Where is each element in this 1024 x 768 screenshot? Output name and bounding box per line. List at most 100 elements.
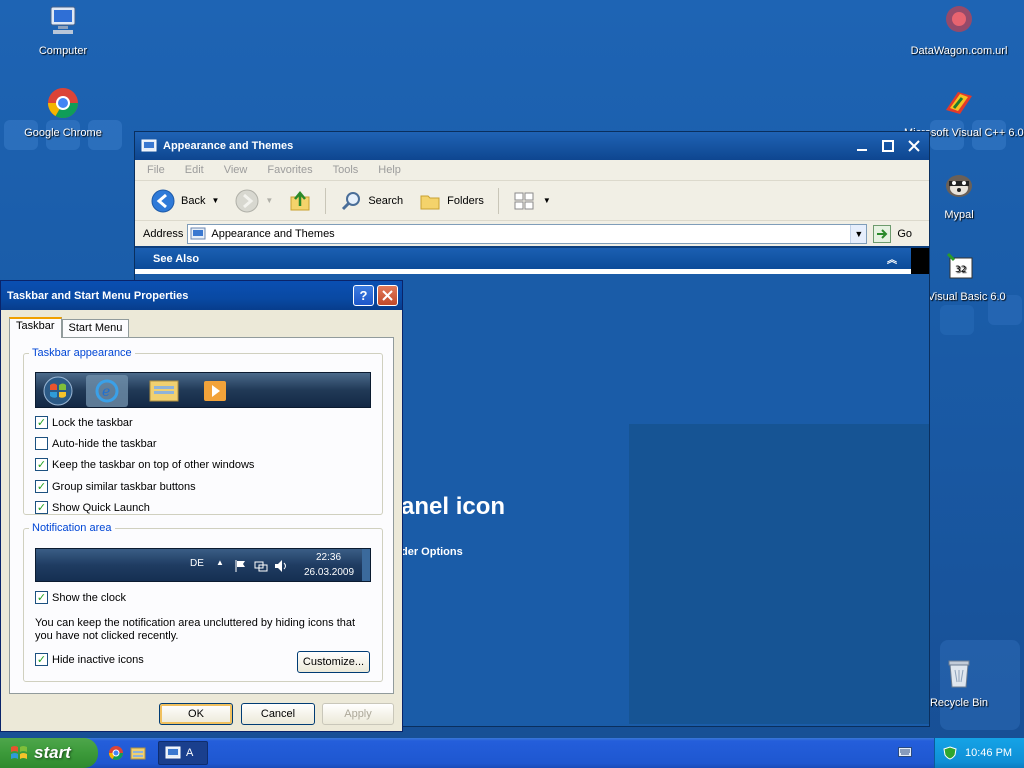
checkmark-icon: ✓ <box>36 502 47 514</box>
language-indicator: DE <box>190 558 204 569</box>
explorer-title: Appearance and Themes <box>163 140 294 152</box>
up-folder-icon <box>290 190 310 210</box>
recycle-bin-icon <box>948 660 970 688</box>
group-buttons-option[interactable]: ✓ Group similar taskbar buttons <box>35 480 196 493</box>
go-label: Go <box>897 227 913 240</box>
see-also-header[interactable]: See Also ︽ <box>135 248 911 274</box>
content-background-panel <box>629 424 929 724</box>
maximize-button[interactable] <box>879 137 897 155</box>
chrome-icon[interactable] <box>108 745 124 761</box>
auto-hide-option[interactable]: Auto-hide the taskbar <box>35 437 157 450</box>
folder-icon <box>420 195 440 209</box>
desktop-icon-chrome[interactable]: Google Chrome <box>8 86 118 139</box>
address-value: Appearance and Themes <box>211 227 335 240</box>
search-button[interactable]: Search <box>334 185 409 217</box>
back-button[interactable]: Back ▼ <box>145 185 225 217</box>
content-link[interactable]: der Options <box>401 546 463 558</box>
menu-tools[interactable]: Tools <box>333 164 359 176</box>
apply-button[interactable]: Apply <box>322 703 394 725</box>
collapse-chevron-icon[interactable]: ︽ <box>887 251 897 266</box>
dialog-title-bar[interactable]: Taskbar and Start Menu Properties ? <box>1 281 402 310</box>
address-dropdown-button[interactable]: ▼ <box>850 224 867 243</box>
keep-on-top-checkbox[interactable]: ✓ <box>35 458 48 471</box>
keyboard-icon[interactable] <box>898 746 912 758</box>
see-also-label: See Also <box>153 252 200 265</box>
quick-launch <box>108 745 146 761</box>
tab-taskbar[interactable]: Taskbar <box>9 317 62 338</box>
menu-view[interactable]: View <box>224 164 248 176</box>
hide-inactive-option[interactable]: ✓ Hide inactive icons <box>35 653 144 666</box>
up-folder-button[interactable] <box>283 185 317 217</box>
desktop-icon-computer[interactable]: Computer <box>8 4 118 57</box>
svg-text:32: 32 <box>955 265 966 275</box>
computer-icon <box>50 6 76 34</box>
search-label: Search <box>368 194 404 207</box>
keep-on-top-option[interactable]: ✓ Keep the taskbar on top of other windo… <box>35 458 254 471</box>
flag-icon <box>235 560 245 572</box>
help-button[interactable]: ? <box>353 285 374 306</box>
hide-inactive-label: Hide inactive icons <box>52 653 144 666</box>
menu-favorites[interactable]: Favorites <box>267 164 312 176</box>
help-icon: ? <box>359 288 368 303</box>
taskbar: start A 10:46 PM <box>0 738 1024 768</box>
control-panel-icon <box>141 139 157 152</box>
desktop-icon-datawagon[interactable]: DataWagon.com.url <box>904 4 1014 57</box>
menu-edit[interactable]: Edit <box>185 164 204 176</box>
menu-help[interactable]: Help <box>378 164 401 176</box>
start-button[interactable]: start <box>0 738 98 768</box>
go-button[interactable]: Go <box>873 224 913 243</box>
minimize-icon <box>857 149 867 151</box>
back-arrow-icon <box>151 189 175 212</box>
dialog-close-button[interactable] <box>377 285 398 306</box>
hide-inactive-checkbox[interactable]: ✓ <box>35 653 48 666</box>
folders-button[interactable]: Folders <box>413 185 490 217</box>
close-button[interactable] <box>905 137 923 155</box>
visual-basic-icon: 32 <box>946 252 973 279</box>
address-label: Address <box>143 227 184 240</box>
network-icon <box>254 561 268 572</box>
tray-up-arrow-icon: ▲ <box>216 558 224 567</box>
views-button[interactable]: ▼ <box>507 185 557 217</box>
address-input[interactable]: Appearance and Themes ▼ <box>187 223 868 244</box>
show-desktop-icon[interactable] <box>130 745 146 761</box>
minimize-button[interactable] <box>853 137 871 155</box>
tray-clock[interactable]: 10:46 PM <box>965 747 1012 759</box>
show-clock-checkbox[interactable]: ✓ <box>35 591 48 604</box>
quick-launch-option[interactable]: ✓ Show Quick Launch <box>35 501 150 514</box>
taskbar-preview-icons: e <box>43 375 226 407</box>
keep-on-top-label: Keep the taskbar on top of other windows <box>52 458 255 471</box>
show-clock-option[interactable]: ✓ Show the clock <box>35 591 126 604</box>
taskbar-window-button[interactable]: A <box>158 741 208 765</box>
lock-taskbar-checkbox[interactable]: ✓ <box>35 416 48 429</box>
search-icon <box>342 191 361 210</box>
forward-button[interactable]: ▼ <box>229 185 279 217</box>
menu-file[interactable]: File <box>147 164 165 176</box>
volume-icon <box>275 560 286 572</box>
cancel-button[interactable]: Cancel <box>241 703 315 725</box>
security-shield-icon[interactable] <box>943 746 957 760</box>
desktop-icon-label: Google Chrome <box>24 127 102 139</box>
control-panel-icon <box>165 746 181 759</box>
customize-button[interactable]: Customize... <box>297 651 370 673</box>
explorer-toolbar: Back ▼ ▼ Search Folders ▼ <box>135 180 929 220</box>
content-heading: anel icon <box>401 493 506 520</box>
desktop-icon-label: DataWagon.com.url <box>910 45 1008 57</box>
lock-taskbar-option[interactable]: ✓ Lock the taskbar <box>35 416 133 429</box>
mypal-icon <box>946 175 972 197</box>
ok-button[interactable]: OK <box>159 703 233 725</box>
checkmark-icon: ✓ <box>36 417 47 429</box>
views-dropdown-icon: ▼ <box>542 196 551 205</box>
maximize-icon <box>882 140 894 152</box>
taskbar-appearance-legend: Taskbar appearance <box>32 347 132 359</box>
explorer-title-bar[interactable]: Appearance and Themes <box>135 132 929 160</box>
folders-label: Folders <box>447 194 484 207</box>
control-panel-icon <box>190 227 206 239</box>
tab-start-menu[interactable]: Start Menu <box>61 319 130 337</box>
group-buttons-checkbox[interactable]: ✓ <box>35 480 48 493</box>
back-dropdown-icon[interactable]: ▼ <box>211 196 219 205</box>
notification-area-legend: Notification area <box>32 522 112 534</box>
auto-hide-checkbox[interactable] <box>35 437 48 450</box>
visual-cpp-icon <box>946 92 972 114</box>
quick-launch-checkbox[interactable]: ✓ <box>35 501 48 514</box>
forward-arrow-icon <box>235 189 259 212</box>
